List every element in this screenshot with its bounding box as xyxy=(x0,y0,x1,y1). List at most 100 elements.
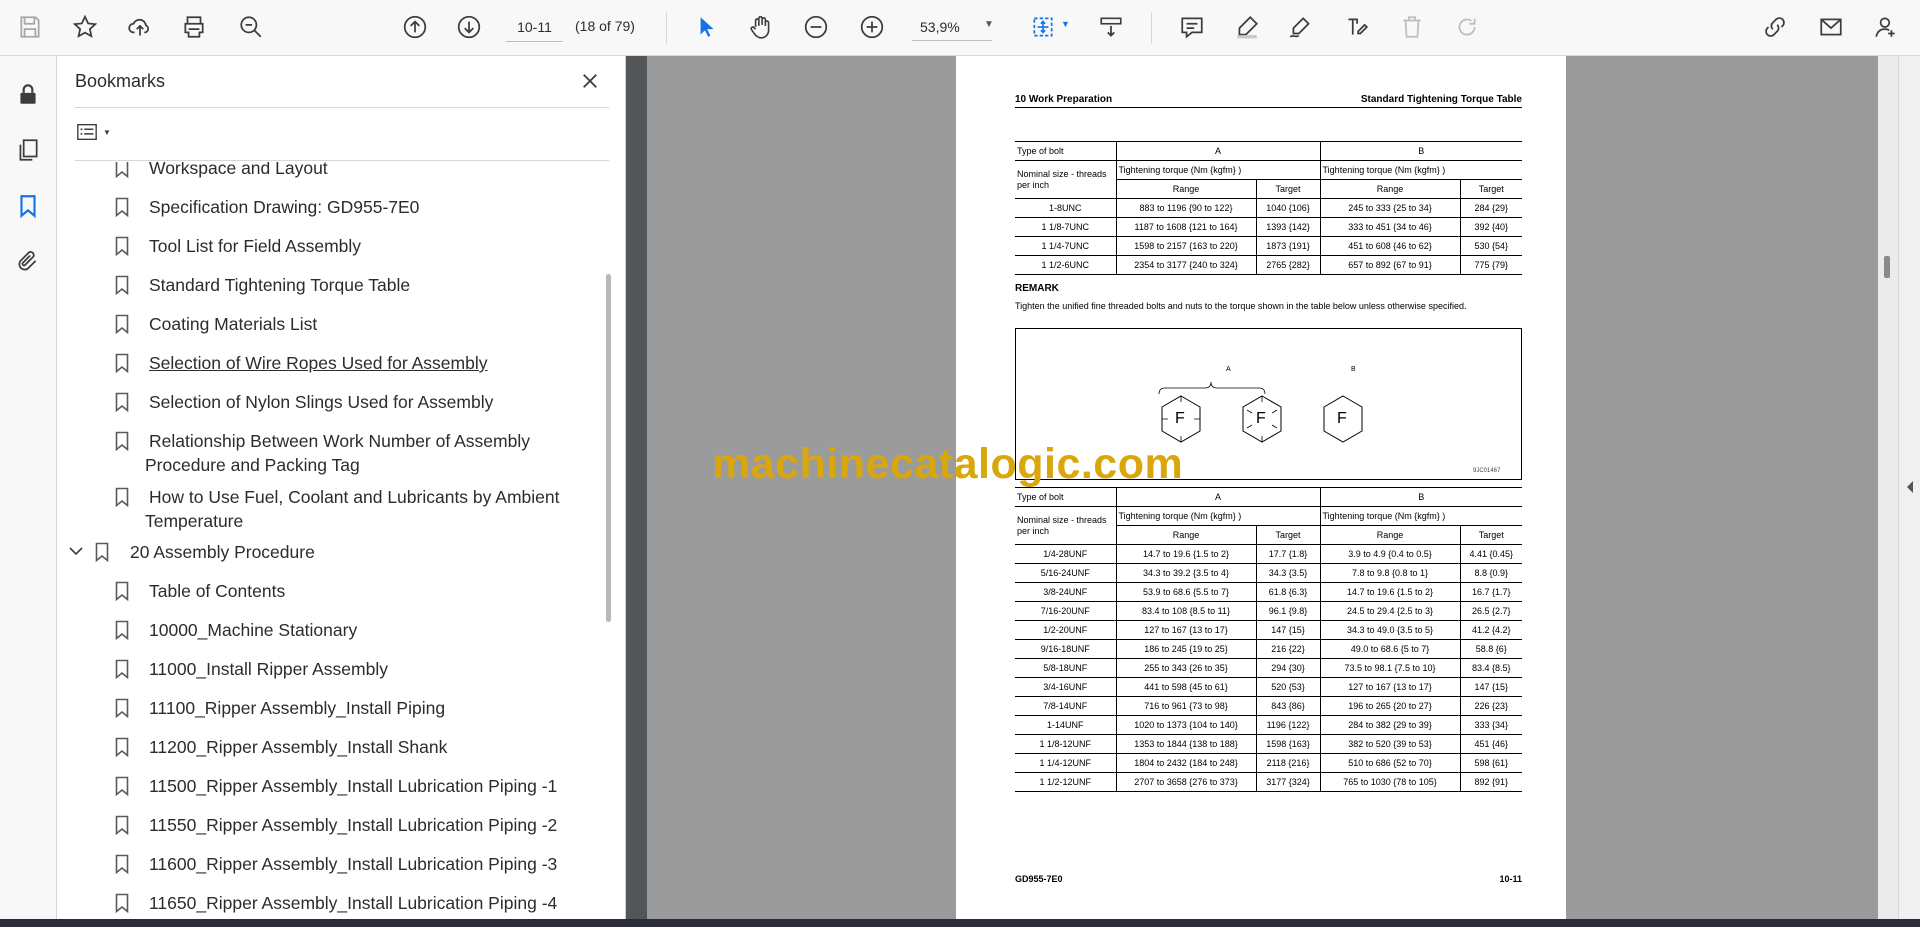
collapse-panel-arrow-icon[interactable] xyxy=(626,470,646,506)
bookmark-section-20[interactable]: 20 Assembly Procedure xyxy=(57,540,597,564)
table-cell: 883 to 1196 {90 to 122} xyxy=(1115,198,1257,218)
table-cell: 2765 {282} xyxy=(1255,255,1321,275)
table-row: 7/16-20UNF 83.4 to 108 {8.5 to 11} 96.1 {9… xyxy=(1015,601,1523,621)
next-page-icon[interactable] xyxy=(453,11,485,43)
bookmark-item[interactable]: Specification Drawing: GD955-7E0 xyxy=(57,195,597,219)
table-cell: 216 {22} xyxy=(1255,639,1321,659)
email-icon[interactable] xyxy=(1815,11,1847,43)
user-account-icon[interactable] xyxy=(1870,11,1902,43)
delete-icon[interactable] xyxy=(1396,11,1428,43)
table-cell: 26.5 {2.7} xyxy=(1459,601,1523,621)
figure-code: 9JC01467 xyxy=(1473,468,1501,474)
bookmark-item[interactable]: Tool List for Field Assembly xyxy=(57,234,597,258)
table-row: 1 1/2-6UNC 2354 to 3177 {240 to 324} 2765 … xyxy=(1015,255,1523,275)
link-share-icon[interactable] xyxy=(1759,11,1791,43)
chevron-down-icon: ▼ xyxy=(103,127,111,137)
table-header-cell: Target xyxy=(1459,525,1523,545)
table-cell: 73.5 to 98.1 {7.5 to 10} xyxy=(1319,658,1461,678)
unc-torque-table: Type of bolt A B Nominal size - threads pe… xyxy=(1015,141,1523,275)
expand-panel-arrow-icon[interactable] xyxy=(1905,480,1915,494)
comment-icon[interactable] xyxy=(1176,11,1208,43)
scrollbar-thumb[interactable] xyxy=(1884,256,1890,278)
bookmark-label: Selection of Nylon Slings Used for Assem… xyxy=(149,392,494,412)
table-cell: 2354 to 3177 {240 to 324} xyxy=(1115,255,1257,275)
table-header-cell: Range xyxy=(1116,525,1257,545)
edit-text-icon[interactable] xyxy=(1340,11,1372,43)
list-options-icon xyxy=(77,123,97,141)
table-cell: 1 1/4-12UNF xyxy=(1015,753,1117,773)
share-upload-icon[interactable] xyxy=(124,11,156,43)
hex-letter: F xyxy=(1256,410,1266,427)
table-cell: 1-14UNF xyxy=(1015,715,1117,735)
table-cell: 294 {30} xyxy=(1255,658,1321,678)
document-scrollbar[interactable] xyxy=(1878,56,1898,919)
table-cell: 1 1/8-7UNC xyxy=(1015,217,1117,237)
star-icon[interactable] xyxy=(69,11,101,43)
table-row: 5/16-24UNF 34.3 to 39.2 {3.5 to 4} 34.3 {3… xyxy=(1015,563,1523,583)
table-row: 9/16-18UNF 186 to 245 {19 to 25} 216 {22} 4… xyxy=(1015,639,1523,659)
attachment-icon[interactable] xyxy=(12,246,44,278)
save-icon[interactable] xyxy=(14,11,46,43)
bookmark-item[interactable]: 11550_Ripper Assembly_Install Lubricatio… xyxy=(57,813,597,837)
zoom-out-icon[interactable] xyxy=(800,11,832,43)
redo-icon[interactable] xyxy=(1451,11,1483,43)
table-cell: 127 to 167 {13 to 17} xyxy=(1115,620,1257,640)
lock-icon[interactable] xyxy=(12,78,44,110)
scroll-mode-icon[interactable] xyxy=(1095,11,1127,43)
bookmark-icon xyxy=(115,854,129,874)
previous-page-icon[interactable] xyxy=(399,11,431,43)
table-cell: 8.8 {0.9} xyxy=(1459,563,1523,583)
table-cell: 127 to 167 {13 to 17} xyxy=(1319,677,1461,697)
table-cell: 1598 to 2157 {163 to 220} xyxy=(1115,236,1257,256)
bookmark-icon xyxy=(115,314,129,334)
right-panel-toggle[interactable] xyxy=(1898,56,1920,927)
bookmark-item[interactable]: 11000_Install Ripper Assembly xyxy=(57,657,597,681)
bookmark-options-button[interactable]: ▼ xyxy=(75,118,119,146)
bookmark-item[interactable]: Relationship Between Work Number of Asse… xyxy=(57,429,597,477)
fit-page-icon[interactable]: ▼ xyxy=(1027,11,1070,43)
table-cell: 49.0 to 68.6 {5 to 7} xyxy=(1319,639,1461,659)
search-zoom-icon[interactable] xyxy=(235,11,267,43)
draw-freehand-icon[interactable] xyxy=(1285,11,1317,43)
close-icon[interactable] xyxy=(577,68,603,94)
bookmark-item[interactable]: 11100_Ripper Assembly_Install Piping xyxy=(57,696,597,720)
bookmark-label: Coating Materials List xyxy=(149,314,318,334)
zoom-in-icon[interactable] xyxy=(856,11,888,43)
bookmark-item[interactable]: 11200_Ripper Assembly_Install Shank xyxy=(57,735,597,759)
page-footer-right: 10-11 xyxy=(1499,874,1522,884)
table-row: 1 1/8-12UNF 1353 to 1844 {138 to 188} 1598… xyxy=(1015,734,1523,754)
table-cell: 441 to 598 {45 to 61} xyxy=(1115,677,1257,697)
bookmark-label: Relationship Between Work Number of Asse… xyxy=(145,431,530,475)
table-cell: 245 to 333 {25 to 34} xyxy=(1319,198,1461,218)
table-cell: 843 {86} xyxy=(1255,696,1321,716)
bookmark-item[interactable]: 10000_Machine Stationary xyxy=(57,618,597,642)
bookmark-panel-icon[interactable] xyxy=(12,190,44,222)
select-cursor-icon[interactable] xyxy=(690,11,722,43)
table-cell: 657 to 892 {67 to 91} xyxy=(1319,255,1461,275)
hand-tool-icon[interactable] xyxy=(745,11,777,43)
bookmark-item[interactable]: Table of Contents xyxy=(57,579,597,603)
zoom-level-dropdown[interactable]: 53,9% ▼ xyxy=(912,13,994,41)
bookmark-item[interactable]: 11650_Ripper Assembly_Install Lubricatio… xyxy=(57,891,597,915)
bookmarks-scrollbar[interactable] xyxy=(606,274,611,622)
table-header-cell: B xyxy=(1319,141,1523,161)
bookmark-item[interactable]: Standard Tightening Torque Table xyxy=(57,273,597,297)
bookmark-item[interactable]: How to Use Fuel, Coolant and Lubricants … xyxy=(57,485,597,533)
table-header-cell: Tightening torque (Nm {kgfm} ) xyxy=(1115,160,1321,180)
bookmark-item[interactable]: Selection of Wire Ropes Used for Assembl… xyxy=(57,351,597,375)
bookmark-item[interactable]: Selection of Nylon Slings Used for Assem… xyxy=(57,390,597,414)
bookmark-item[interactable]: 11600_Ripper Assembly_Install Lubricatio… xyxy=(57,852,597,876)
highlight-pen-icon[interactable] xyxy=(1231,11,1263,43)
print-icon[interactable] xyxy=(178,11,210,43)
bookmark-item[interactable]: Workspace and Layout xyxy=(57,162,597,180)
table-header-cell: A xyxy=(1115,141,1321,161)
chevron-down-icon[interactable] xyxy=(69,547,83,557)
bookmark-item[interactable]: 11500_Ripper Assembly_Install Lubricatio… xyxy=(57,774,597,798)
table-row: 1 1/4-7UNC 1598 to 2157 {163 to 220} 1873 … xyxy=(1015,236,1523,256)
bookmark-item[interactable]: Coating Materials List xyxy=(57,312,597,336)
taskbar-strip xyxy=(0,919,1920,927)
page-number-input[interactable] xyxy=(506,13,563,42)
page-header-right: Standard Tightening Torque Table xyxy=(1360,94,1522,105)
table-cell: 1-8UNC xyxy=(1015,198,1117,218)
page-thumbnails-icon[interactable] xyxy=(12,134,44,166)
